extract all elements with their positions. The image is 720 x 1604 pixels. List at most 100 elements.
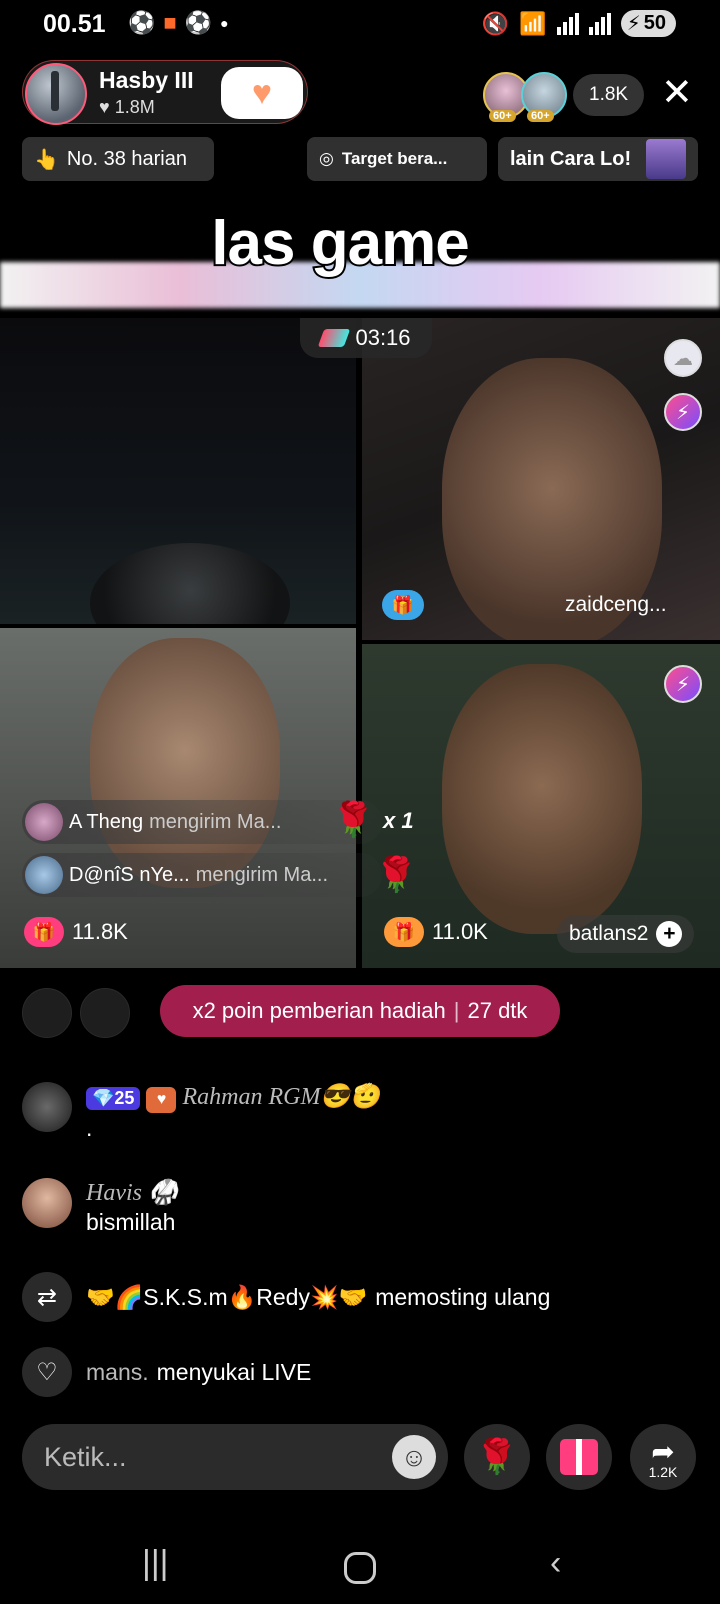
activity-user[interactable]: 🤝🌈S.K.S.m🔥Redy💥🤝 [86, 1284, 367, 1311]
avatar [25, 856, 63, 894]
boost-icon[interactable]: ⚡ [664, 665, 702, 703]
divider: | [453, 998, 460, 1023]
target-chip[interactable]: ◎ Target bera... [307, 137, 487, 181]
daily-rank-chip[interactable]: 👆 No. 38 harian [22, 137, 214, 181]
gift-notification: A Theng mengirim Ma... [22, 800, 382, 844]
diamond-icon: 💎 [92, 1088, 115, 1108]
gift-text: mengirim Ma... [149, 810, 282, 833]
rose-gift-button[interactable]: 🌹 [464, 1424, 530, 1490]
gift-count: x 1 [383, 808, 414, 833]
close-icon[interactable]: ✕ [661, 70, 693, 115]
home-icon[interactable] [344, 1552, 376, 1584]
top-gifter-avatar[interactable] [22, 988, 72, 1038]
target-icon: ◎ [319, 149, 334, 168]
gift-sender: D@nîS nYe... [69, 863, 190, 886]
boost-icon[interactable]: ⚡ [664, 393, 702, 431]
share-button[interactable]: ➦ 1.2K [630, 1424, 696, 1490]
host-info[interactable]: Hasby III ♥ 1.8M ♥ [22, 60, 308, 125]
battery-level: 50 [643, 12, 666, 34]
top-gifter-avatar[interactable] [80, 988, 130, 1038]
viewer-badge: 60+ [527, 110, 554, 122]
timer-text: 03:16 [355, 325, 411, 350]
target-label: Target bera... [341, 149, 448, 168]
wifi-icon: 📶 [519, 10, 547, 36]
score-value: 11.8K [72, 919, 128, 944]
viewer-badge: 60+ [489, 110, 516, 122]
status-system-icons: 🔇 📶 ⚡ 50 [482, 10, 676, 37]
host-likes: ♥ 1.8M [99, 97, 155, 118]
camera-record-icon: ■ [163, 10, 177, 35]
promo-chip-label: lain Cara Lo! [510, 147, 632, 170]
back-icon[interactable]: ‹ [550, 1544, 561, 1583]
chat-text: bismillah [86, 1209, 176, 1235]
level-badge: 💎 25 [86, 1087, 141, 1110]
like-activity: ♡ mans. menyukai LIVE [22, 1347, 311, 1397]
battle-timer: 03:16 [300, 318, 432, 358]
score-value: 11.0K [432, 919, 488, 944]
guest-name[interactable]: zaidceng... [565, 593, 667, 617]
chat-username[interactable]: Rahman RGM😎🫡 [182, 1084, 380, 1110]
video-figure [90, 543, 290, 624]
guest-name: batlans2 [569, 922, 649, 945]
gift-notification: D@nîS nYe... mengirim Ma... [22, 853, 382, 897]
host-avatar[interactable] [25, 63, 87, 125]
emoji-icon[interactable]: ☺ [392, 1435, 436, 1479]
comment-input[interactable] [44, 1436, 374, 1478]
hand-icon: 👆 [34, 148, 59, 171]
rose-icon: 🌹 [475, 1438, 519, 1476]
like-button[interactable]: ♥ [221, 67, 303, 119]
activity-text: menyukai LIVE [156, 1358, 312, 1385]
video-tile-top-left[interactable] [0, 318, 356, 624]
promo-text: x2 poin pemberian hadiah [192, 998, 446, 1023]
avatar[interactable] [22, 1082, 72, 1132]
host-likes-count: 1.8M [114, 97, 155, 117]
team-score-left[interactable]: 🎁 11.8K [24, 917, 128, 947]
host-name: Hasby III [99, 67, 194, 93]
team-score-right[interactable]: 🎁 11.0K [384, 917, 488, 947]
cloud-icon[interactable]: ☁ [664, 339, 702, 377]
system-nav-bar: ||| ‹ [0, 1530, 720, 1604]
avatar[interactable] [22, 1178, 72, 1228]
avatar [25, 803, 63, 841]
viewer-list[interactable]: 60+ 60+ 1.8K [483, 72, 645, 122]
heart-outline-icon: ♡ [22, 1347, 72, 1397]
promo-pill[interactable]: x2 poin pemberian hadiah | 27 dtk [160, 985, 560, 1037]
signal-icon [556, 12, 579, 35]
level-value: 25 [114, 1088, 135, 1108]
soccer-ball-icon: ⚽ [184, 10, 213, 35]
gift-sender: A Theng [69, 810, 144, 833]
viewer-count[interactable]: 1.8K [573, 74, 645, 116]
rose-icon: 🌹 [332, 801, 375, 839]
video-figure [442, 664, 642, 934]
gift-button[interactable] [546, 1424, 612, 1490]
heart-icon: ♥ [99, 97, 110, 117]
gift-text: mengirim Ma... [195, 863, 328, 886]
status-bar: 00.51 ⚽ ■ ⚽ ● 🔇 📶 ⚡ 50 [0, 0, 720, 52]
recent-apps-icon[interactable]: ||| [142, 1544, 169, 1583]
dot-icon: ● [220, 15, 229, 31]
chat-text: . [86, 1115, 93, 1141]
share-count: 1.2K [648, 1463, 678, 1480]
gift-icon: 🎁 [24, 917, 64, 947]
repost-activity: ⇄ 🤝🌈S.K.S.m🔥Redy💥🤝 memosting ulang [22, 1272, 550, 1322]
promo-countdown: 27 dtk [467, 998, 528, 1023]
signal-icon [588, 12, 611, 35]
gift-icon[interactable]: 🎁 [382, 590, 424, 620]
viewer-avatar[interactable]: 60+ [521, 72, 567, 122]
charging-icon: ⚡ [626, 13, 641, 35]
chat-username[interactable]: Havis 🥋 [86, 1178, 178, 1207]
status-time: 00.51 [43, 10, 106, 38]
battery-icon: ⚡ 50 [620, 10, 676, 37]
comment-input-container[interactable]: ☺ [22, 1424, 448, 1490]
activity-user[interactable]: mans. [86, 1359, 149, 1386]
guest-name-tag[interactable]: batlans2 + [557, 915, 695, 953]
follow-plus-icon[interactable]: + [656, 921, 683, 947]
promo-chip[interactable]: lain Cara Lo! [498, 137, 698, 181]
gift-icon: 🎁 [384, 917, 424, 947]
rose-icon: 🌹 [375, 856, 418, 894]
chat-message[interactable]: 💎 25 ♥ Rahman RGM😎🫡 . [22, 1082, 380, 1142]
fan-badge-icon: ♥ [146, 1087, 177, 1113]
banner-title: las game [209, 207, 471, 280]
chat-message[interactable]: Havis 🥋 bismillah [22, 1178, 178, 1236]
daily-rank-label: No. 38 harian [66, 147, 187, 170]
